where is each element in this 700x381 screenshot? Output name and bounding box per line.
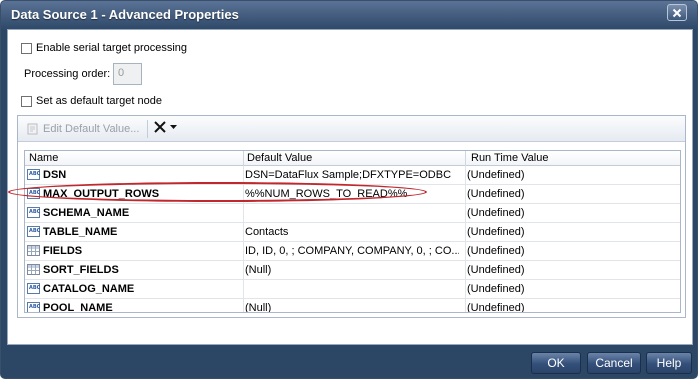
serial-processing-checkbox[interactable] [21, 42, 32, 54]
table-row[interactable]: TABLE_NAME Contacts (Undefined) [25, 223, 680, 242]
title-bar[interactable]: Data Source 1 - Advanced Properties [1, 1, 697, 29]
property-name: POOL_NAME [43, 302, 113, 313]
property-default-value[interactable]: (Null) [245, 264, 459, 276]
column-header-default-value[interactable]: Default Value [247, 152, 312, 164]
property-default-value[interactable]: %%NUM_ROWS_TO_READ%% [245, 188, 459, 200]
column-header-name[interactable]: Name [29, 152, 58, 164]
edit-default-value-button[interactable]: Edit Default Value... [26, 122, 139, 136]
property-runtime-value[interactable]: (Undefined) [467, 207, 677, 219]
serial-processing-option[interactable]: Enable serial target processing [21, 42, 187, 54]
property-runtime-value[interactable]: (Undefined) [467, 226, 677, 238]
processing-order-label: Processing order: [24, 68, 111, 80]
property-default-value[interactable]: DSN=DataFlux Sample;DFXTYPE=ODBC [245, 169, 459, 181]
text-property-icon [27, 169, 40, 180]
edit-icon [27, 123, 38, 135]
column-divider[interactable] [243, 151, 244, 166]
grid-header: Name Default Value Run Time Value [25, 151, 680, 166]
delete-dropdown-button[interactable] [153, 120, 178, 134]
table-row[interactable]: POOL_NAME (Null) (Undefined) [25, 299, 680, 313]
property-name: SCHEMA_NAME [43, 207, 130, 219]
close-button[interactable] [667, 4, 687, 21]
help-button[interactable]: Help [646, 352, 692, 374]
property-name: FIELDS [43, 245, 83, 257]
property-runtime-value[interactable]: (Undefined) [467, 283, 677, 295]
advanced-properties-dialog: Data Source 1 - Advanced Properties Enab… [0, 0, 698, 379]
property-name: CATALOG_NAME [43, 283, 135, 295]
column-divider[interactable] [465, 151, 466, 166]
x-icon [154, 121, 166, 133]
property-runtime-value[interactable]: (Undefined) [467, 264, 677, 276]
chevron-down-icon [170, 125, 177, 129]
text-property-icon [27, 302, 40, 312]
toolbar-separator [147, 120, 148, 138]
property-default-value[interactable]: (Null) [245, 302, 459, 312]
table-row[interactable]: SCHEMA_NAME (Undefined) [25, 204, 680, 223]
table-row[interactable]: FIELDS ID, ID, 0, ; COMPANY, COMPANY, 0,… [25, 242, 680, 261]
properties-grid: Name Default Value Run Time Value DSN DS… [24, 150, 681, 313]
table-row[interactable]: SORT_FIELDS (Null) (Undefined) [25, 261, 680, 280]
table-row[interactable]: CATALOG_NAME (Undefined) [25, 280, 680, 299]
property-runtime-value[interactable]: (Undefined) [467, 169, 677, 181]
ok-button[interactable]: OK [531, 352, 581, 374]
default-target-label: Set as default target node [36, 95, 162, 107]
property-name: TABLE_NAME [43, 226, 118, 238]
property-runtime-value[interactable]: (Undefined) [467, 188, 677, 200]
table-property-icon [27, 245, 40, 256]
text-property-icon [27, 283, 40, 294]
property-name: MAX_OUTPUT_ROWS [43, 188, 160, 200]
dialog-body: Enable serial target processing Processi… [7, 29, 693, 345]
text-property-icon [27, 207, 40, 218]
column-header-run-time-value[interactable]: Run Time Value [471, 152, 548, 164]
text-property-icon [27, 226, 40, 237]
property-name: DSN [43, 169, 67, 181]
default-target-option[interactable]: Set as default target node [21, 95, 162, 107]
properties-panel: Edit Default Value... Name Default Value… [17, 115, 686, 318]
property-runtime-value[interactable]: (Undefined) [467, 245, 677, 257]
edit-default-value-label: Edit Default Value... [43, 123, 140, 135]
serial-processing-label: Enable serial target processing [36, 42, 188, 54]
property-default-value[interactable]: ID, ID, 0, ; COMPANY, COMPANY, 0, ; CO..… [245, 245, 459, 257]
property-default-value[interactable]: Contacts [245, 226, 459, 238]
property-name: SORT_FIELDS [43, 264, 119, 276]
table-row[interactable]: DSN DSN=DataFlux Sample;DFXTYPE=ODBC (Un… [25, 166, 680, 185]
close-icon [672, 8, 682, 17]
window-title: Data Source 1 - Advanced Properties [11, 7, 239, 22]
processing-order-input[interactable]: 0 [113, 63, 142, 85]
property-runtime-value[interactable]: (Undefined) [467, 302, 677, 312]
table-row[interactable]: MAX_OUTPUT_ROWS %%NUM_ROWS_TO_READ%% (Un… [25, 185, 680, 204]
cancel-button[interactable]: Cancel [587, 352, 641, 374]
text-property-icon [27, 188, 40, 199]
default-target-checkbox[interactable] [21, 95, 32, 107]
table-property-icon [27, 264, 40, 275]
properties-toolbar: Edit Default Value... [18, 116, 685, 142]
